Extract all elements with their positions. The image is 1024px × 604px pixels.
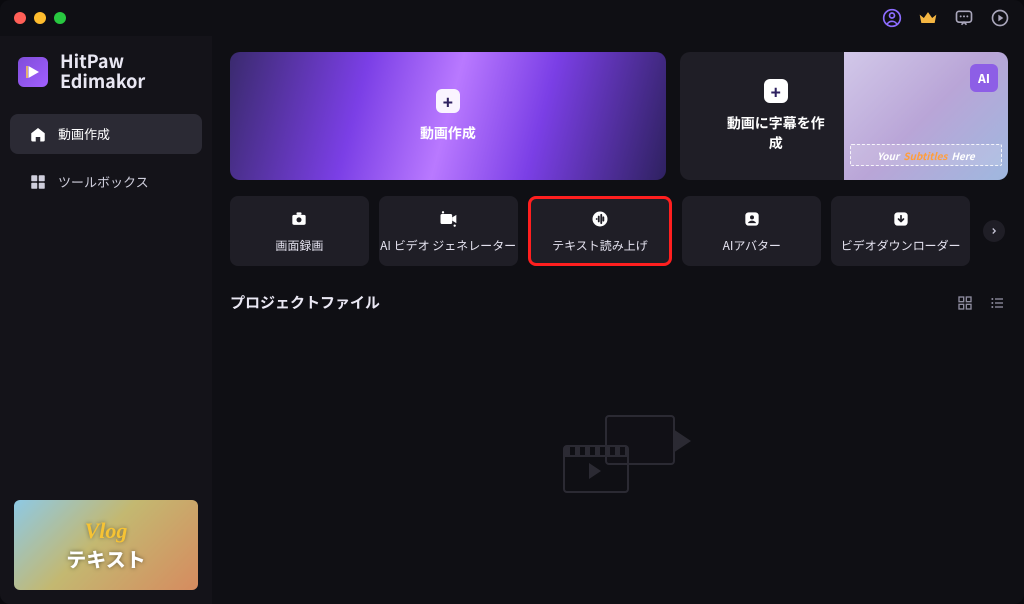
- ai-badge: AI: [970, 64, 998, 92]
- titlebar: [0, 0, 1024, 36]
- grid-icon: [28, 172, 48, 192]
- projects-title: プロジェクトファイル: [230, 292, 380, 313]
- account-icon[interactable]: [882, 8, 902, 28]
- tool-more-button[interactable]: [983, 220, 1005, 242]
- brand-line2: Edimakor: [60, 72, 145, 92]
- vlog-promo-title: Vlog: [85, 518, 128, 544]
- tool-ai-avatar[interactable]: AIアバター: [682, 196, 821, 266]
- tool-label: AI ビデオ ジェネレーター: [380, 237, 516, 254]
- hero-create-subtitles[interactable]: + 動画に字幕を作 成 AI Your Subtitles Here: [680, 52, 1008, 180]
- brand-logo-icon: [18, 57, 48, 87]
- tool-label: テキスト読み上げ: [552, 237, 648, 254]
- hero-create-video-center: + 動画作成: [420, 89, 476, 143]
- tool-screen-record[interactable]: 画面録画: [230, 196, 369, 266]
- avatar-icon: [742, 209, 762, 229]
- subtitle-strip: Your Subtitles Here: [850, 144, 1002, 166]
- upgrade-icon[interactable]: [918, 8, 938, 28]
- subtitle-strip-before: Your: [877, 148, 899, 163]
- hero-subtitles-thumbnail: AI Your Subtitles Here: [844, 52, 1008, 180]
- tool-text-to-speech[interactable]: テキスト読み上げ: [528, 196, 673, 266]
- window-maximize-button[interactable]: [54, 12, 66, 24]
- main: + 動画作成 + 動画に字幕を作 成 AI Your Subtitles: [212, 36, 1024, 604]
- audio-wave-icon: [590, 209, 610, 229]
- empty-projects-icon: [563, 415, 675, 493]
- window-controls: [14, 12, 66, 24]
- window-close-button[interactable]: [14, 12, 26, 24]
- tool-label: ビデオダウンローダー: [841, 237, 961, 254]
- vlog-promo-sub: テキスト: [66, 544, 145, 573]
- subtitle-strip-after: Here: [951, 148, 974, 163]
- hero-create-video-label: 動画作成: [420, 123, 476, 143]
- settings-launch-icon[interactable]: [990, 8, 1010, 28]
- window-minimize-button[interactable]: [34, 12, 46, 24]
- hero-create-subtitles-label: 動画に字幕を作 成: [727, 113, 825, 153]
- feedback-icon[interactable]: [954, 8, 974, 28]
- view-grid-button[interactable]: [954, 294, 976, 312]
- projects-empty: [230, 313, 1008, 594]
- sidebar: HitPaw Edimakor 動画作成 ツールボックス Vlog: [0, 36, 212, 604]
- house-icon: [28, 124, 48, 144]
- app-window: HitPaw Edimakor 動画作成 ツールボックス Vlog: [0, 0, 1024, 604]
- plus-icon: +: [436, 89, 460, 113]
- sidebar-item-video-create[interactable]: 動画作成: [10, 114, 202, 154]
- ai-video-icon: [438, 209, 458, 229]
- tool-label: AIアバター: [723, 237, 781, 254]
- vlog-promo-card[interactable]: Vlog テキスト: [14, 500, 198, 590]
- hero-create-video[interactable]: + 動画作成: [230, 52, 666, 180]
- view-list-button[interactable]: [986, 294, 1008, 312]
- view-toggles: [954, 294, 1008, 312]
- sidebar-item-label: 動画作成: [58, 124, 110, 143]
- tool-more-wrap: [980, 196, 1008, 266]
- download-icon: [891, 209, 911, 229]
- subtitle-strip-accent: Subtitles: [903, 148, 947, 163]
- hero-row: + 動画作成 + 動画に字幕を作 成 AI Your Subtitles: [230, 52, 1008, 180]
- sidebar-item-toolbox[interactable]: ツールボックス: [10, 162, 202, 202]
- brand-text: HitPaw Edimakor: [60, 52, 145, 92]
- camera-icon: [289, 209, 309, 229]
- tool-label: 画面録画: [275, 237, 323, 254]
- tool-ai-video-generator[interactable]: AI ビデオ ジェネレーター: [379, 196, 518, 266]
- brand: HitPaw Edimakor: [0, 42, 212, 114]
- tool-video-downloader[interactable]: ビデオダウンローダー: [831, 196, 970, 266]
- plus-icon: +: [764, 79, 788, 103]
- content: HitPaw Edimakor 動画作成 ツールボックス Vlog: [0, 36, 1024, 604]
- top-right-icons: [882, 8, 1010, 28]
- hero-create-subtitles-center: + 動画に字幕を作 成: [694, 52, 858, 180]
- projects-header: プロジェクトファイル: [230, 292, 1008, 313]
- sidebar-item-label: ツールボックス: [58, 172, 149, 191]
- sidebar-bottom: Vlog テキスト: [0, 486, 212, 604]
- tool-row: 画面録画 AI ビデオ ジェネレーター テキスト読み上げ: [230, 196, 1008, 266]
